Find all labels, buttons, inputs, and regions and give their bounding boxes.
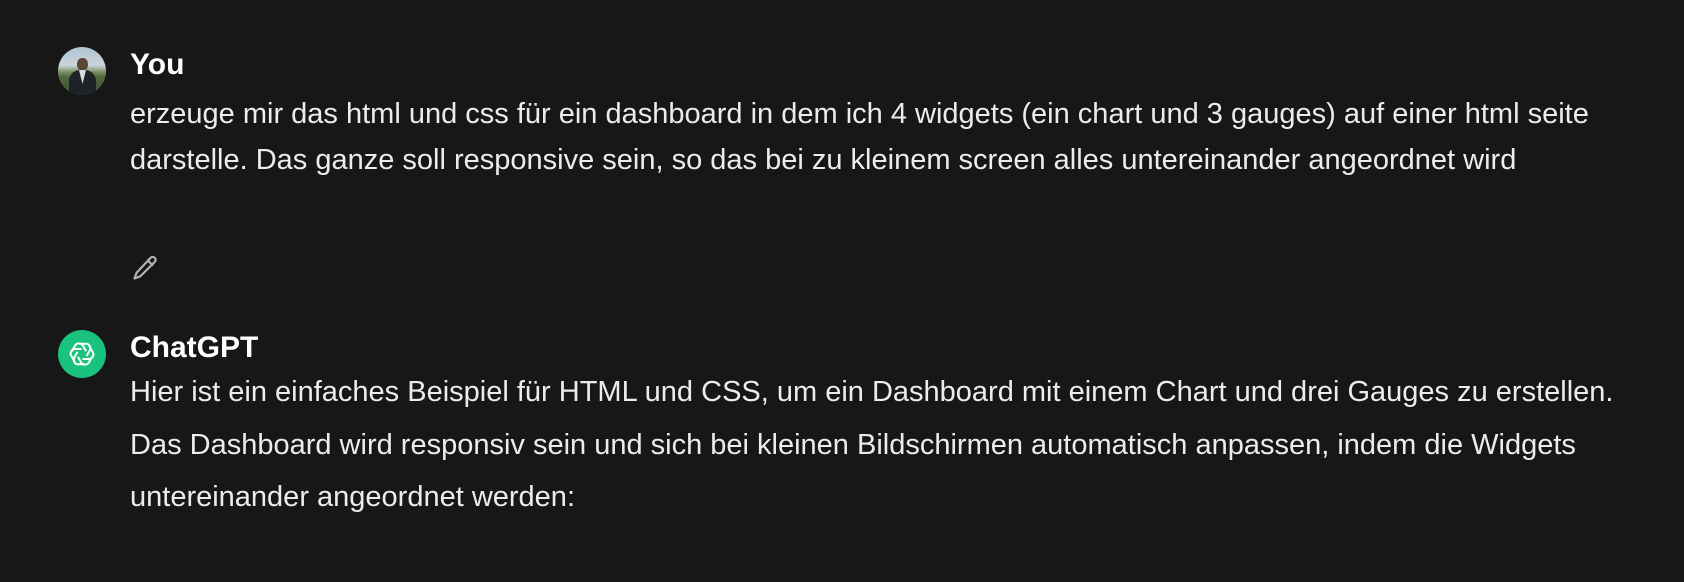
pencil-icon[interactable] xyxy=(130,253,160,283)
user-author-label: You xyxy=(130,48,185,81)
user-avatar xyxy=(58,47,106,95)
conversation-thread: You erzeuge mir das html und css für ein… xyxy=(0,0,1684,582)
assistant-author-label: ChatGPT xyxy=(130,331,259,364)
user-message-text: erzeuge mir das html und css für ein das… xyxy=(130,98,1589,176)
openai-logo-icon xyxy=(58,330,106,378)
assistant-message-text: Hier ist ein einfaches Beispiel für HTML… xyxy=(130,376,1614,513)
